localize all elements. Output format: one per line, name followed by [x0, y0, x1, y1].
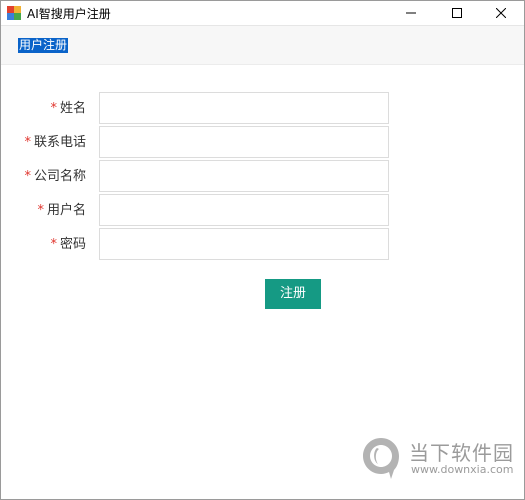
company-field[interactable]	[99, 160, 389, 192]
register-button[interactable]: 注册	[265, 279, 321, 309]
watermark-url: www.downxia.com	[411, 463, 514, 476]
app-window: AI智搜用户注册 用户注册 * 姓名 * 联系电话 * 公司名称 * 用户名 *…	[0, 0, 525, 500]
password-field[interactable]	[99, 228, 389, 260]
tab-strip: 用户注册	[1, 26, 524, 65]
username-field[interactable]	[99, 194, 389, 226]
name-field[interactable]	[99, 92, 389, 124]
form-row-username: * 用户名	[1, 194, 524, 228]
minimize-button[interactable]	[388, 1, 434, 25]
minimize-icon	[406, 12, 416, 14]
phone-field[interactable]	[99, 126, 389, 158]
required-mark: *	[50, 237, 57, 252]
watermark: 当下软件园 www.downxia.com	[359, 433, 519, 483]
form-row-name: * 姓名	[1, 92, 524, 126]
close-button[interactable]	[478, 1, 524, 25]
username-label: * 用户名	[37, 203, 86, 218]
title-bar[interactable]: AI智搜用户注册	[1, 1, 524, 26]
downxia-logo-icon	[363, 438, 399, 479]
required-mark: *	[24, 135, 31, 150]
password-label: * 密码	[50, 237, 86, 252]
name-label: * 姓名	[50, 101, 86, 116]
close-icon	[496, 8, 506, 18]
form-row-company: * 公司名称	[1, 160, 524, 194]
company-label: * 公司名称	[24, 169, 86, 184]
required-mark: *	[37, 203, 44, 218]
app-icon	[7, 6, 21, 20]
required-mark: *	[50, 101, 57, 116]
tab-user-register[interactable]: 用户注册	[18, 38, 69, 53]
required-mark: *	[24, 169, 31, 184]
maximize-button[interactable]	[434, 1, 480, 25]
window-title: AI智搜用户注册	[27, 7, 111, 21]
phone-label: * 联系电话	[24, 135, 86, 150]
form-row-phone: * 联系电话	[1, 126, 524, 160]
maximize-icon	[452, 8, 462, 18]
watermark-name: 当下软件园	[409, 441, 514, 465]
form-row-password: * 密码	[1, 228, 524, 262]
